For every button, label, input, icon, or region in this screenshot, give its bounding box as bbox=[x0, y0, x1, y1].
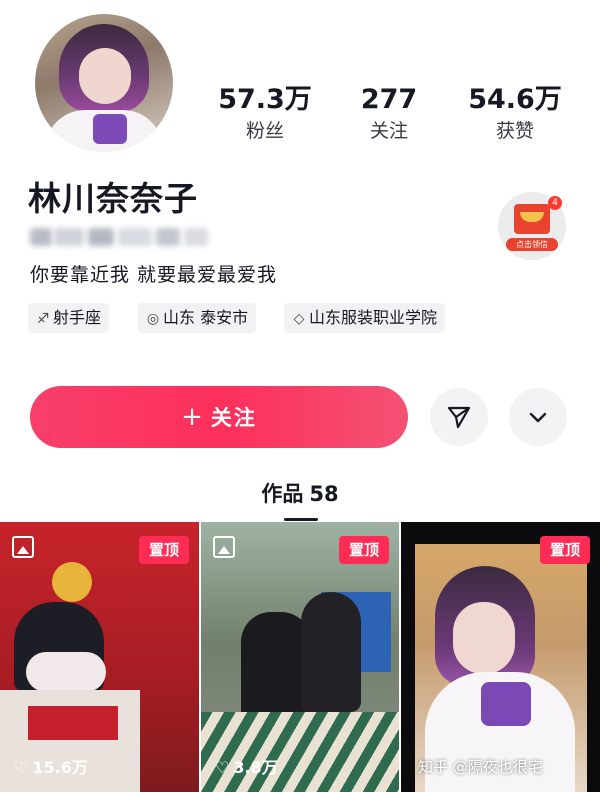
likes-count: 15.6万 bbox=[32, 758, 88, 777]
post-thumbnail[interactable]: 置顶 bbox=[401, 522, 600, 792]
badge-label: 点击领信 bbox=[506, 238, 558, 251]
badge-count: 4 bbox=[548, 196, 562, 210]
heart-icon: ♡ bbox=[14, 758, 29, 777]
tag-label: 山东 泰安市 bbox=[163, 308, 249, 327]
stat-label: 粉丝 bbox=[245, 120, 284, 142]
username: 林川奈奈子 bbox=[28, 179, 198, 218]
posts-grid: 置顶 ♡ 15.6万 置顶 ♡ 3.8万 置顶 bbox=[0, 522, 600, 792]
send-icon bbox=[447, 406, 471, 429]
pinned-badge: 置顶 bbox=[339, 536, 389, 564]
tab-label: 作品 bbox=[261, 482, 304, 506]
red-envelope-badge[interactable]: 4 点击领信 bbox=[498, 192, 566, 260]
chevron-down-icon bbox=[529, 412, 547, 423]
image-icon bbox=[12, 536, 34, 558]
post-thumbnail[interactable]: 置顶 ♡ 15.6万 bbox=[0, 522, 199, 792]
more-options-button[interactable] bbox=[509, 388, 567, 446]
stat-label: 获赞 bbox=[495, 120, 534, 142]
bouquet-shape bbox=[26, 652, 106, 692]
tag-zodiac: ♐ 射手座 bbox=[28, 303, 110, 333]
shirt-print-shape bbox=[481, 682, 531, 726]
watermark: 知乎 @隔夜也很宅 bbox=[418, 758, 543, 776]
tab-count: 58 bbox=[309, 482, 339, 506]
pinned-badge: 置顶 bbox=[540, 536, 590, 564]
plus-icon: + bbox=[181, 402, 205, 432]
tag-location: ◎ 山东 泰安市 bbox=[138, 303, 257, 333]
face-shape bbox=[453, 602, 515, 674]
stat-value: 277 bbox=[360, 84, 418, 115]
location-icon: ◎ bbox=[146, 311, 160, 327]
image-icon bbox=[213, 536, 235, 558]
pinned-badge: 置顶 bbox=[139, 536, 189, 564]
emblem-shape bbox=[52, 562, 92, 602]
heart-icon: ♡ bbox=[215, 758, 230, 777]
likes-count: 3.8万 bbox=[233, 758, 278, 777]
stat-following[interactable]: 277 关注 bbox=[329, 84, 449, 143]
stat-followers[interactable]: 57.3万 粉丝 bbox=[205, 84, 325, 143]
post-likes: ♡ 3.8万 bbox=[215, 754, 278, 778]
post-thumbnail[interactable]: 置顶 ♡ 3.8万 bbox=[201, 522, 399, 792]
follow-label: 关注 bbox=[210, 406, 257, 430]
post-likes: ♡ 15.6万 bbox=[14, 754, 88, 778]
share-button[interactable] bbox=[430, 388, 488, 446]
school-icon: ◇ bbox=[293, 311, 305, 327]
follow-button[interactable]: + 关注 bbox=[30, 386, 408, 448]
mat-shape bbox=[201, 712, 399, 792]
tab-indicator bbox=[284, 518, 318, 521]
tag-label: 射手座 bbox=[53, 308, 102, 327]
stat-likes[interactable]: 54.6万 获赞 bbox=[455, 84, 575, 143]
zodiac-icon: ♐ bbox=[36, 311, 50, 327]
tag-school[interactable]: ◇ 山东服装职业学院 bbox=[284, 303, 446, 333]
tab-works[interactable]: 作品 58 bbox=[0, 478, 600, 521]
profile-stats: 57.3万 粉丝 277 关注 54.6万 获赞 bbox=[0, 84, 600, 154]
stat-label: 关注 bbox=[369, 120, 408, 142]
profile-signature: 你要靠近我 就要最爱最爱我 bbox=[30, 264, 278, 286]
person-shape bbox=[301, 592, 361, 712]
desk-sign-shape bbox=[28, 706, 118, 740]
stat-value: 54.6万 bbox=[468, 84, 562, 115]
stat-value: 57.3万 bbox=[218, 84, 312, 115]
tag-label: 山东服装职业学院 bbox=[309, 308, 438, 327]
blurred-account-id bbox=[30, 226, 208, 248]
